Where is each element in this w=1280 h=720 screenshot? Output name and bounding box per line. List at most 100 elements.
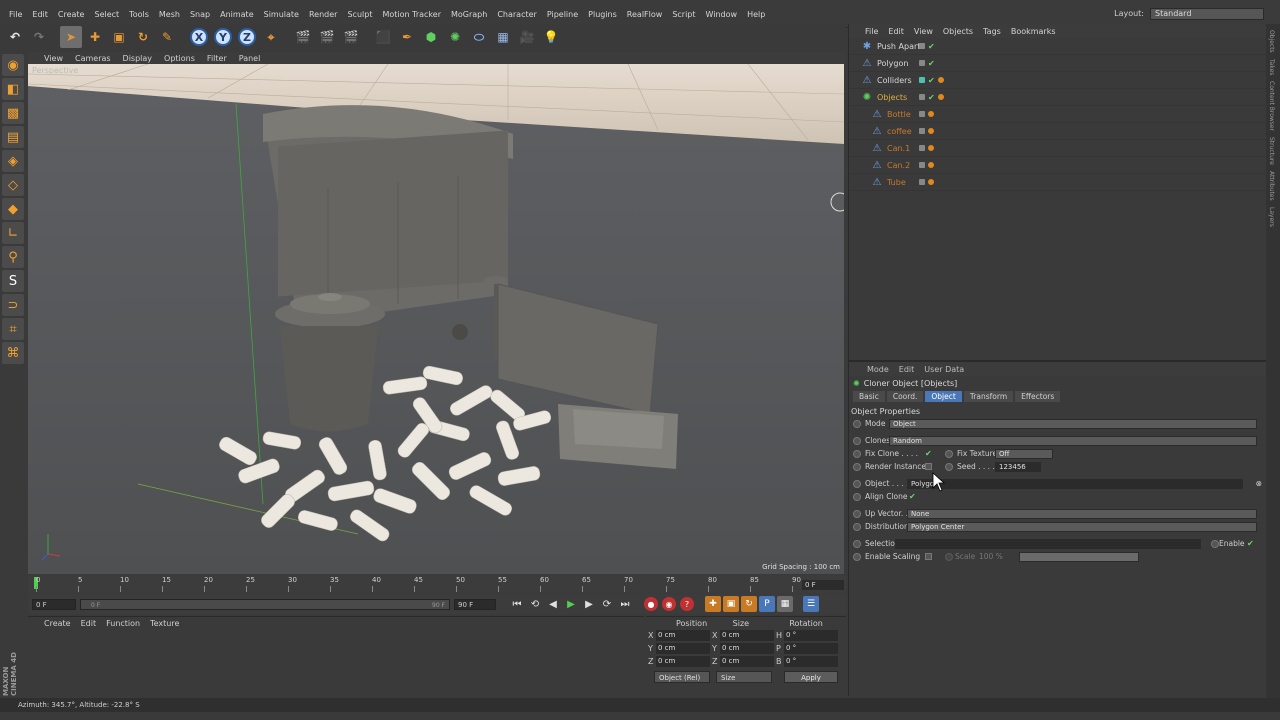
render-settings-icon[interactable]: 🎬 (340, 26, 362, 48)
animate-radio-icon[interactable] (945, 449, 953, 458)
menu-item[interactable]: RealFlow (622, 10, 668, 19)
subdivision-icon[interactable]: ⬢ (420, 26, 442, 48)
menu-item[interactable]: Window (701, 10, 743, 19)
animate-radio-icon[interactable] (853, 419, 861, 428)
object-row[interactable]: ⚠ Tube (849, 174, 1266, 191)
move-icon[interactable]: ✚ (84, 26, 106, 48)
object-row[interactable]: ✱ Push Apart ✔ (849, 38, 1266, 55)
object-row[interactable]: ⚠ Can.2 (849, 157, 1266, 174)
layer-swatch[interactable] (919, 162, 925, 168)
side-tab[interactable]: Layers (1268, 207, 1275, 227)
animate-radio-icon[interactable] (853, 539, 861, 548)
animate-radio-icon[interactable] (853, 462, 861, 471)
object-menu-item[interactable]: Objects (943, 27, 973, 36)
enable-checkbox[interactable]: ✔ (1247, 539, 1254, 548)
texture-mode-icon[interactable]: ▩ (2, 102, 24, 124)
attribute-tab[interactable]: Effectors (1015, 391, 1061, 402)
light-icon[interactable]: 💡 (540, 26, 562, 48)
polygons-mode-icon[interactable]: ◆ (2, 198, 24, 220)
axis-y-lock-button[interactable]: Y (212, 26, 234, 48)
tag-icon[interactable] (928, 111, 934, 117)
animate-radio-icon[interactable] (853, 449, 861, 458)
deformer-icon[interactable]: ⬭ (468, 26, 490, 48)
coordinate-field[interactable]: 0 cm (720, 630, 774, 641)
enabled-check-icon[interactable]: ✔ (928, 59, 935, 68)
scale-slider[interactable] (1019, 551, 1139, 562)
side-tab[interactable]: Objects (1268, 30, 1275, 53)
animate-radio-icon[interactable] (1211, 539, 1219, 548)
align-clone-checkbox[interactable]: ✔ (909, 492, 916, 501)
key-rotation-icon[interactable]: ↻ (741, 596, 757, 612)
material-menu-item[interactable]: Edit (81, 619, 97, 628)
record-keys-icon[interactable]: ● (644, 597, 658, 611)
menu-item[interactable]: Render (304, 10, 342, 19)
max-frame-field[interactable]: 90 F (454, 598, 496, 610)
object-name[interactable]: Can.2 (887, 161, 943, 170)
snap-icon[interactable]: S (2, 270, 24, 292)
pick-object-icon[interactable]: ⊗ (1256, 479, 1262, 488)
attribute-tab[interactable]: Transform (963, 391, 1014, 402)
object-row[interactable]: ⚠ Polygon ✔ (849, 55, 1266, 72)
viewport-menu-item[interactable]: Cameras (75, 54, 111, 63)
coordinate-field[interactable]: 0 ° (784, 656, 838, 667)
menu-item[interactable]: Create (53, 10, 90, 19)
layer-swatch[interactable] (919, 179, 925, 185)
coordinate-field[interactable]: 0 cm (720, 656, 774, 667)
timeline-end-field[interactable]: 0 F (802, 580, 844, 590)
prev-key-icon[interactable]: ⟲ (527, 596, 543, 612)
goto-start-icon[interactable]: ⏮ (509, 596, 525, 612)
size-mode-dropdown[interactable]: Size (716, 671, 772, 683)
object-menu-item[interactable]: File (865, 27, 878, 36)
magnet-icon[interactable]: ⊃ (2, 294, 24, 316)
menu-item[interactable]: Help (742, 10, 770, 19)
camera-icon[interactable]: 🎥 (516, 26, 538, 48)
axis-x-lock-button[interactable]: X (188, 26, 210, 48)
coordinate-field[interactable]: 0 ° (784, 643, 838, 654)
side-tab[interactable]: Attributes (1268, 171, 1275, 201)
menu-item[interactable]: Script (667, 10, 700, 19)
play-icon[interactable]: ▶ (563, 596, 579, 612)
scale-icon[interactable]: ▣ (108, 26, 130, 48)
coordinate-field[interactable]: 0 cm (656, 656, 710, 667)
recent-tool-icon[interactable]: ✎ (156, 26, 178, 48)
coordinate-mode-dropdown[interactable]: Object (Rel) (654, 671, 710, 683)
attribute-tab[interactable]: Coord. (886, 391, 924, 402)
apply-button[interactable]: Apply (784, 671, 838, 683)
fix-clone-checkbox[interactable]: ✔ (925, 449, 932, 458)
render-instances-checkbox[interactable] (925, 463, 932, 470)
attribute-tab[interactable]: Object (925, 391, 962, 402)
enabled-check-icon[interactable]: ✔ (928, 76, 935, 85)
selection-field[interactable] (895, 538, 1201, 549)
object-menu-item[interactable]: Tags (983, 27, 1001, 36)
animate-radio-icon[interactable] (853, 522, 861, 531)
attribute-menu-item[interactable]: Mode (867, 365, 889, 374)
layer-swatch[interactable] (919, 111, 925, 117)
tag-icon[interactable] (928, 128, 934, 134)
animate-radio-icon[interactable] (945, 552, 953, 561)
side-tab[interactable]: Takes (1268, 59, 1275, 75)
cube-icon[interactable]: ⬛ (372, 26, 394, 48)
tag-icon[interactable] (937, 77, 944, 83)
layer-swatch[interactable] (919, 128, 925, 134)
material-menu-item[interactable]: Function (106, 619, 140, 628)
3d-viewport[interactable]: Perspective Grid Spacing : 100 cm (28, 64, 844, 574)
next-frame-icon[interactable]: ▶ (581, 596, 597, 612)
model-mode-icon[interactable]: ◧ (2, 78, 24, 100)
attribute-menu-item[interactable]: Edit (899, 365, 915, 374)
tag-icon[interactable] (928, 145, 934, 151)
menu-item[interactable]: Motion Tracker (377, 10, 446, 19)
planar-workplane-icon[interactable]: ⌘ (2, 342, 24, 364)
object-row[interactable]: ✺ Objects ✔ (849, 89, 1266, 106)
object-name[interactable]: Tube (887, 178, 943, 187)
object-name[interactable]: coffee (887, 127, 943, 136)
redo-icon[interactable]: ↷ (28, 26, 50, 48)
layer-swatch[interactable] (919, 145, 925, 151)
viewport-menu-item[interactable]: Options (164, 54, 195, 63)
animate-radio-icon[interactable] (853, 552, 861, 561)
object-row[interactable]: ⚠ Colliders ✔ (849, 72, 1266, 89)
menu-item[interactable]: Sculpt (342, 10, 377, 19)
goto-end-icon[interactable]: ⏭ (617, 596, 633, 612)
viewport-menu-item[interactable]: Display (123, 54, 153, 63)
menu-item[interactable]: MoGraph (446, 10, 492, 19)
animate-radio-icon[interactable] (853, 492, 861, 501)
